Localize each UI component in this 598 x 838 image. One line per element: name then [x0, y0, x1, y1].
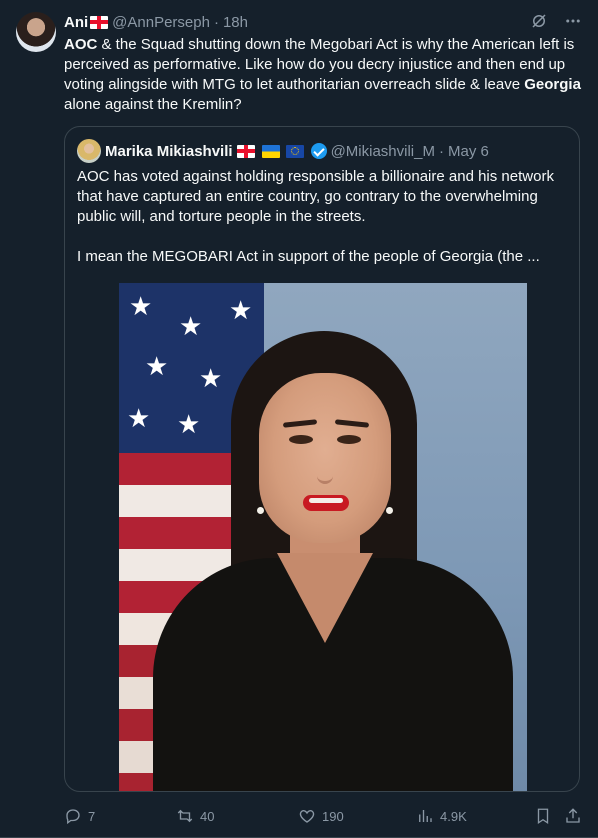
quoted-author-avatar[interactable]: [77, 139, 101, 163]
quoted-author-handle[interactable]: @Mikiashvili_M: [331, 143, 435, 160]
bookmark-icon: [537, 808, 549, 825]
tweet-text-part-2: & the Squad shutting down the Megobari A…: [64, 36, 575, 93]
quoted-paragraph-2: I mean the MEGOBARI Act in support of th…: [77, 248, 540, 265]
quoted-tweet[interactable]: Marika Mikiashvili @Mikiashvili_M · May …: [64, 126, 580, 792]
tweet-text-bold-1: AOC: [64, 36, 98, 53]
views-button[interactable]: 4.9K: [416, 804, 467, 828]
quoted-tweet-timestamp[interactable]: May 6: [448, 143, 489, 160]
tweet[interactable]: Ani @AnnPerseph · 18h AOC & the Squad sh…: [0, 0, 598, 838]
author-handle[interactable]: @AnnPerseph: [112, 14, 210, 31]
heart-icon: [299, 810, 315, 823]
bookmark-button[interactable]: [534, 804, 552, 828]
tweet-timestamp[interactable]: 18h: [223, 14, 248, 31]
separator-dot: ·: [438, 142, 444, 160]
tweet-text-part-4: alone against the Kremlin?: [64, 96, 242, 113]
tweet-text: AOC & the Squad shutting down the Megoba…: [64, 35, 582, 115]
repost-button[interactable]: 40: [176, 804, 214, 828]
views-count: 4.9K: [440, 808, 467, 824]
tweet-header: Ani @AnnPerseph · 18h: [64, 12, 584, 32]
share-button[interactable]: [564, 804, 582, 828]
reply-count: 7: [88, 808, 96, 824]
quoted-paragraph-1: AOC has voted against holding responsibl…: [77, 168, 554, 225]
repost-count: 40: [200, 808, 215, 824]
ukraine-flag-icon: [261, 144, 280, 158]
reply-icon: [66, 809, 80, 825]
verified-badge-icon: [310, 143, 327, 159]
georgia-flag-icon: [236, 144, 255, 158]
like-button[interactable]: 190: [298, 804, 344, 828]
views-icon: [419, 810, 432, 822]
separator-dot: ·: [213, 13, 219, 31]
more-icon[interactable]: [564, 12, 582, 35]
author-name[interactable]: Ani: [64, 14, 88, 31]
top-right-icons: [530, 12, 582, 35]
grok-icon[interactable]: [530, 12, 548, 35]
like-count: 190: [322, 808, 344, 824]
reply-button[interactable]: 7: [64, 804, 95, 828]
tweet-text-bold-2: Georgia: [524, 76, 581, 93]
quoted-author-name[interactable]: Marika Mikiashvili: [105, 143, 233, 160]
quoted-tweet-header: Marika Mikiashvili @Mikiashvili_M · May …: [77, 139, 489, 163]
author-avatar[interactable]: [16, 12, 56, 52]
repost-icon: [177, 809, 193, 823]
quoted-tweet-photo[interactable]: ★ ★ ★ ★ ★ ★ ★ ★: [119, 283, 527, 791]
eu-flag-icon: [285, 144, 304, 158]
share-icon: [566, 808, 580, 823]
action-bar: 7 40 190 4.9K: [64, 804, 582, 828]
quoted-tweet-text: AOC has voted against holding responsibl…: [77, 167, 567, 267]
georgia-flag-icon: [90, 15, 109, 29]
